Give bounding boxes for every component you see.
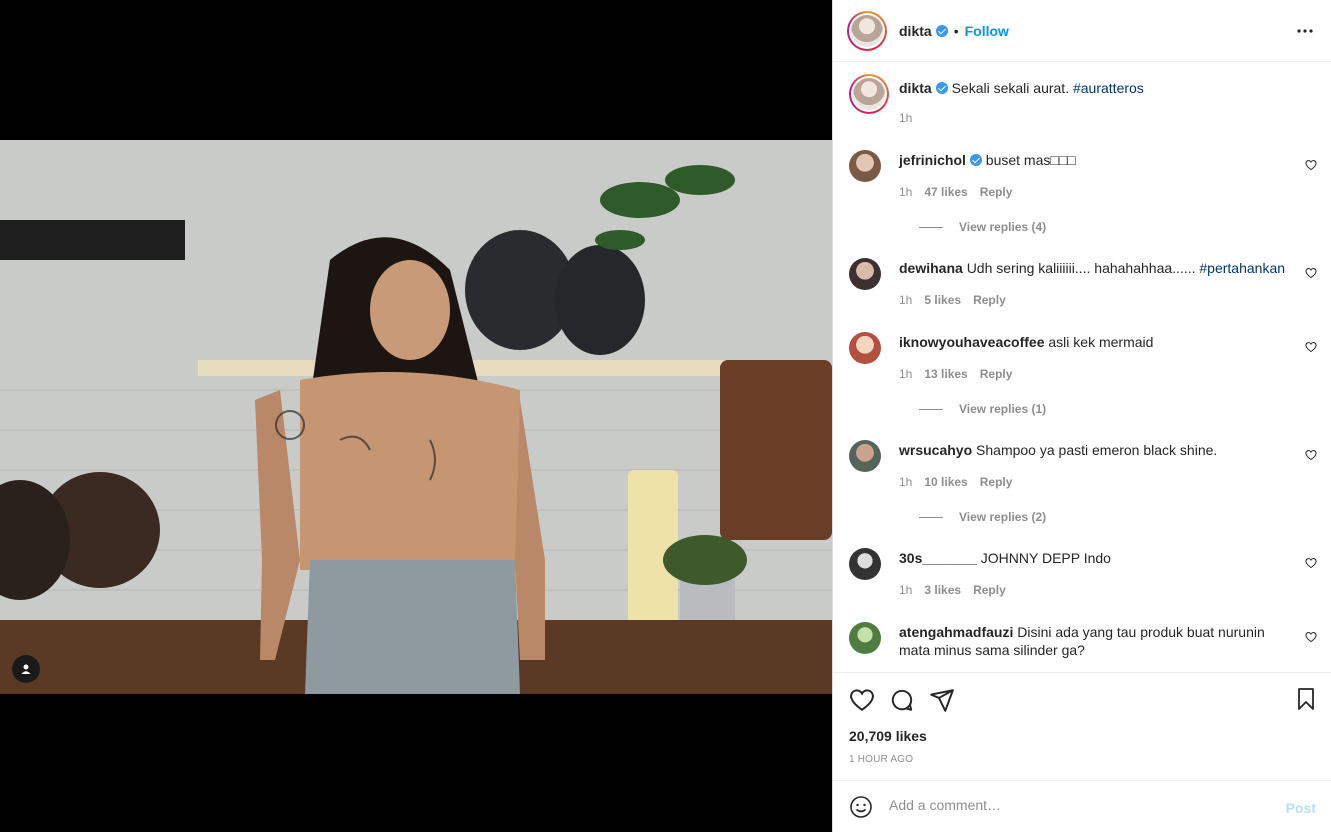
separator-dot: •	[953, 22, 959, 39]
photo-illustration	[0, 140, 832, 694]
view-replies-button[interactable]: View replies (4)	[919, 220, 1046, 234]
comment-time: 1h	[899, 185, 913, 199]
view-replies-button[interactable]: View replies (2)	[919, 510, 1046, 524]
comment-username[interactable]: jefrinichol	[899, 152, 966, 168]
comment-time: 1h	[899, 293, 913, 307]
comment-likes[interactable]: 10 likes	[924, 475, 967, 489]
post-header: dikta • Follow	[833, 0, 1331, 62]
like-comment-heart-icon[interactable]	[1305, 630, 1317, 648]
like-comment-heart-icon[interactable]	[1305, 448, 1317, 466]
like-comment-heart-icon[interactable]	[1305, 158, 1317, 176]
verified-badge-icon	[969, 154, 982, 166]
author-username[interactable]: dikta	[899, 23, 932, 39]
post-photo[interactable]	[0, 140, 832, 694]
add-comment-bar: Post	[833, 780, 1331, 832]
comment-body: wrsucahyo Shampoo ya pasti emeron black …	[899, 441, 1289, 459]
caption-username[interactable]: dikta	[899, 80, 932, 96]
comment-text: Shampoo ya pasti emeron black shine.	[976, 442, 1218, 458]
reply-button[interactable]: Reply	[973, 293, 1006, 307]
comment-meta: 1h 10 likes Reply	[899, 475, 1024, 489]
like-heart-icon[interactable]	[849, 687, 875, 718]
post-likes-count[interactable]: 20,709 likes	[849, 728, 927, 744]
like-comment-heart-icon[interactable]	[1305, 266, 1317, 284]
verified-badge-icon	[935, 82, 948, 94]
caption-time: 1h	[899, 111, 913, 125]
comment-username[interactable]: iknowyouhaveacoffee	[899, 334, 1045, 350]
comment-text: asli kek mermaid	[1048, 334, 1154, 350]
caption-hashtag[interactable]: #auratteros	[1073, 80, 1144, 96]
commenter-avatar[interactable]	[849, 332, 881, 364]
comment-body: iknowyouhaveacoffee asli kek mermaid	[899, 333, 1289, 351]
tagged-user-button[interactable]	[12, 655, 40, 683]
post-comment-button[interactable]: Post	[1286, 800, 1316, 816]
comments-list[interactable]: dikta Sekali sekali aurat. #auratteros 1…	[833, 62, 1331, 672]
author-avatar-frame	[849, 12, 885, 49]
comment-time: 1h	[899, 475, 913, 489]
author-avatar[interactable]	[847, 10, 887, 51]
reply-button[interactable]: Reply	[980, 475, 1013, 489]
caption-meta: 1h	[899, 111, 924, 125]
view-replies-label: View replies (2)	[959, 510, 1047, 524]
replies-line	[919, 408, 943, 410]
caption-avatar-image	[853, 78, 885, 110]
caption-body: dikta Sekali sekali aurat. #auratteros	[899, 79, 1289, 97]
more-options-icon[interactable]	[1296, 22, 1314, 45]
comment-body: dewihana Udh sering kaliiiiii.... hahaha…	[899, 259, 1289, 277]
commenter-avatar[interactable]	[849, 150, 881, 182]
comment-text: Udh sering kaliiiiii.... hahahahhaa.....…	[966, 260, 1196, 276]
author-avatar-image	[851, 14, 883, 47]
instagram-post-modal: dikta • Follow dikta Sekali sekali aurat…	[0, 0, 1331, 832]
comment-meta: 1h 5 likes Reply	[899, 293, 1018, 307]
caption-avatar[interactable]	[849, 74, 889, 114]
post-timestamp: 1 HOUR AGO	[849, 754, 914, 765]
post-side-panel: dikta • Follow dikta Sekali sekali aurat…	[832, 0, 1331, 832]
comment-likes[interactable]: 5 likes	[924, 293, 961, 307]
comment-meta: 1h 3 likes Reply	[899, 583, 1018, 597]
view-replies-label: View replies (4)	[959, 220, 1047, 234]
like-comment-heart-icon[interactable]	[1305, 556, 1317, 574]
caption-avatar-frame	[851, 76, 887, 112]
comment-bubble-icon[interactable]	[889, 687, 915, 718]
reply-button[interactable]: Reply	[973, 583, 1006, 597]
media-area	[0, 0, 832, 832]
comment-username[interactable]: atengahmadfauzi	[899, 624, 1013, 640]
comment-likes[interactable]: 13 likes	[924, 367, 967, 381]
commenter-avatar[interactable]	[849, 548, 881, 580]
comment-likes[interactable]: 47 likes	[924, 185, 967, 199]
comment-body: 30s_______ JOHNNY DEPP Indo	[899, 549, 1289, 567]
follow-button[interactable]: Follow	[965, 23, 1009, 39]
comment-time: 1h	[899, 367, 913, 381]
comment-meta: 1h 13 likes Reply	[899, 367, 1024, 381]
bookmark-icon[interactable]	[1294, 687, 1318, 716]
like-comment-heart-icon[interactable]	[1305, 340, 1317, 358]
replies-line	[919, 516, 943, 518]
view-replies-button[interactable]: View replies (1)	[919, 402, 1046, 416]
share-send-icon[interactable]	[929, 687, 955, 718]
comment-text: JOHNNY DEPP Indo	[980, 550, 1111, 566]
comment-likes[interactable]: 3 likes	[924, 583, 961, 597]
reply-button[interactable]: Reply	[980, 185, 1013, 199]
comment-time: 1h	[899, 583, 913, 597]
comment-meta: 1h 47 likes Reply	[899, 185, 1024, 199]
emoji-icon[interactable]	[849, 795, 873, 824]
commenter-avatar[interactable]	[849, 622, 881, 654]
comment-body: atengahmadfauzi Disini ada yang tau prod…	[899, 623, 1289, 659]
verified-badge-icon	[935, 24, 948, 37]
comment-username[interactable]: wrsucahyo	[899, 442, 972, 458]
comment-username[interactable]: 30s_______	[899, 550, 977, 566]
comment-body: jefrinichol buset mas□□□	[899, 151, 1289, 169]
view-replies-label: View replies (1)	[959, 402, 1047, 416]
caption-text: Sekali sekali aurat.	[951, 80, 1070, 96]
commenter-avatar[interactable]	[849, 440, 881, 472]
comment-text: buset mas□□□	[985, 152, 1076, 168]
reply-button[interactable]: Reply	[980, 367, 1013, 381]
replies-line	[919, 226, 943, 228]
post-actions: 20,709 likes 1 HOUR AGO	[833, 672, 1331, 780]
comment-hashtag[interactable]: #pertahankan	[1199, 260, 1285, 276]
comment-username[interactable]: dewihana	[899, 260, 963, 276]
commenter-avatar[interactable]	[849, 258, 881, 290]
user-icon	[21, 664, 31, 674]
comment-input[interactable]	[889, 797, 1269, 813]
